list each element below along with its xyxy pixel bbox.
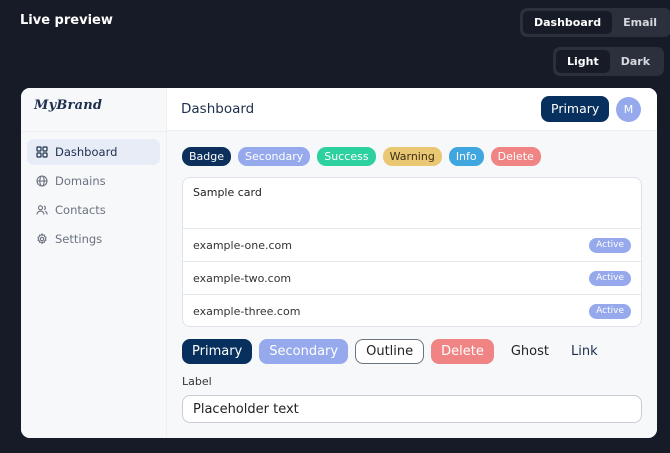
- list-item[interactable]: example-two.com Active: [183, 262, 641, 295]
- domain-name: example-three.com: [193, 305, 301, 318]
- status-badge: Active: [589, 304, 631, 319]
- text-input[interactable]: [182, 395, 642, 423]
- main-content: Dashboard Primary M Badge Secondary Succ…: [167, 88, 657, 438]
- avatar[interactable]: M: [616, 97, 641, 122]
- sidebar-item-label: Domains: [55, 174, 106, 188]
- sidebar-nav: Dashboard Domains Contacts Settings: [21, 132, 166, 262]
- button-row: Primary Secondary Outline Delete Ghost L…: [182, 339, 603, 364]
- sidebar: MyBrand Dashboard Domains Contacts Setti…: [21, 88, 167, 438]
- badge-secondary: Secondary: [238, 147, 311, 166]
- outline-button[interactable]: Outline: [355, 339, 425, 364]
- badge-row: Badge Secondary Success Warning Info Del…: [182, 147, 541, 166]
- globe-icon: [36, 175, 48, 187]
- card-title: Sample card: [183, 178, 641, 229]
- ghost-button[interactable]: Ghost: [501, 339, 559, 364]
- sidebar-item-label: Settings: [55, 232, 103, 246]
- view-option-dashboard[interactable]: Dashboard: [523, 11, 613, 34]
- gear-icon: [37, 233, 47, 245]
- link-button[interactable]: Link: [566, 339, 603, 364]
- header-primary-button[interactable]: Primary: [541, 96, 610, 122]
- users-icon: [36, 205, 48, 215]
- badge-success: Success: [317, 147, 376, 166]
- grid-icon: [36, 146, 48, 158]
- main-header: Dashboard Primary M: [167, 88, 657, 131]
- sidebar-item-settings[interactable]: Settings: [27, 226, 160, 252]
- domain-name: example-two.com: [193, 271, 292, 285]
- sidebar-item-dashboard[interactable]: Dashboard: [27, 139, 160, 165]
- badge-info: Info: [448, 147, 484, 166]
- brand-logo: MyBrand: [34, 98, 103, 113]
- list-item[interactable]: example-three.com Active: [183, 295, 641, 326]
- badge-delete: Delete: [490, 147, 541, 166]
- field-label: Label: [182, 375, 212, 388]
- status-badge: Active: [589, 270, 631, 286]
- primary-button[interactable]: Primary: [182, 339, 253, 364]
- theme-switch: Light Dark: [553, 47, 665, 76]
- status-badge: Active: [589, 237, 631, 253]
- secondary-button[interactable]: Secondary: [259, 339, 349, 364]
- view-option-email[interactable]: Email: [612, 11, 668, 34]
- sidebar-item-contacts[interactable]: Contacts: [27, 197, 160, 223]
- domain-name: example-one.com: [193, 238, 292, 252]
- sample-card: Sample card example-one.com Active examp…: [182, 177, 642, 327]
- page-title: Live preview: [20, 13, 113, 28]
- list-item[interactable]: example-one.com Active: [183, 229, 641, 262]
- preview-panel: MyBrand Dashboard Domains Contacts Setti…: [21, 88, 657, 438]
- badge-warning: Warning: [382, 147, 442, 166]
- theme-option-dark[interactable]: Dark: [610, 50, 661, 73]
- sidebar-item-domains[interactable]: Domains: [27, 168, 160, 194]
- badge-default: Badge: [182, 147, 232, 166]
- view-switch: Dashboard Email: [520, 8, 670, 37]
- theme-option-light[interactable]: Light: [556, 50, 610, 73]
- delete-button[interactable]: Delete: [431, 339, 494, 364]
- sidebar-item-label: Dashboard: [55, 145, 118, 159]
- main-title: Dashboard: [181, 101, 255, 117]
- sidebar-item-label: Contacts: [55, 203, 106, 217]
